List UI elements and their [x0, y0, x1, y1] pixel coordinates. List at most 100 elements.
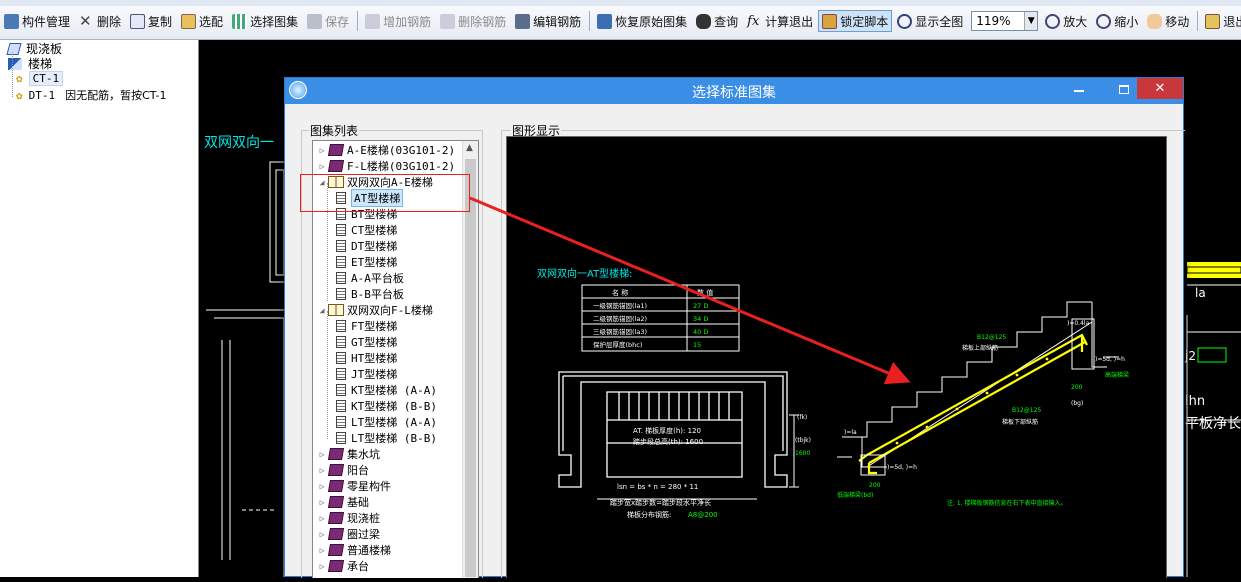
atlas-tree-item[interactable]: LT型楼梯 (A-A) [333, 414, 437, 430]
atlas-tree-item-label: 阳台 [347, 464, 369, 477]
plan-view [558, 371, 799, 500]
delete-rebar-button[interactable]: 删除钢筋 [436, 10, 510, 32]
anchor-la-label: )=la [844, 429, 857, 436]
atlas-tree-item[interactable]: ▷ 阳台 [317, 462, 369, 478]
zoom-out-button[interactable]: 缩小 [1092, 10, 1142, 32]
formula-icon: fx [747, 13, 760, 29]
component-manage-button[interactable]: 构件管理 [0, 10, 74, 32]
chevron-down-icon[interactable]: ▼ [1024, 12, 1038, 30]
expand-arrow-icon[interactable]: ▷ [317, 546, 327, 555]
main-toolbar: 构件管理 ✕ 删除 复制 选配 选择图集 保存 增加钢筋 删除钢筋 编辑钢筋 恢复… [0, 0, 1241, 40]
zoom-select[interactable]: 119% ▼ [971, 11, 1039, 31]
document-icon [336, 272, 346, 284]
scroll-thumb[interactable] [465, 159, 476, 577]
atlas-tree-item-label: KT型楼梯 (B-B) [351, 400, 437, 413]
document-icon [336, 320, 346, 332]
delete-button[interactable]: ✕ 删除 [75, 10, 125, 32]
tree-node-stairs[interactable]: 楼梯 [8, 55, 52, 72]
copy-icon [130, 13, 146, 29]
atlas-tree-item[interactable]: ▷ A-E楼梯(03G101-2) [317, 142, 455, 158]
book-icon [327, 512, 345, 524]
atlas-tree-item[interactable]: JT型楼梯 [333, 366, 397, 382]
book-icon [327, 560, 345, 572]
table-cell-value: 34 D [693, 315, 708, 323]
table-cell-name: 三级钢筋锚固(la3) [593, 327, 647, 336]
atlas-tree-item[interactable]: ▷ F-L楼梯(03G101-2) [317, 158, 455, 174]
anchor-top-right: )=5d, )=h [1095, 356, 1125, 363]
atlas-tree-item[interactable]: DT型楼梯 [333, 238, 397, 254]
document-icon [336, 240, 346, 252]
add-rebar-icon [365, 13, 381, 29]
slab-icon [6, 42, 22, 55]
document-icon [336, 432, 346, 444]
edit-rebar-button[interactable]: 编辑钢筋 [511, 10, 585, 32]
copy-button[interactable]: 复制 [126, 10, 176, 32]
atlas-tree-item-label: A-A平台板 [351, 272, 404, 285]
expand-arrow-icon[interactable]: ▷ [317, 562, 327, 571]
toolbar-separator [589, 11, 591, 31]
atlas-tree-item[interactable]: B-B平台板 [333, 286, 404, 302]
show-all-button[interactable]: 显示全图 [893, 10, 967, 32]
atlas-tree-item[interactable]: FT型楼梯 [333, 318, 397, 334]
expand-arrow-icon[interactable]: ▷ [317, 482, 327, 491]
atlas-tree-item[interactable]: ▷ 现浇桩 [317, 510, 380, 526]
close-button[interactable]: ✕ [1137, 78, 1183, 99]
atlas-tree-item[interactable]: ▷ 圈过梁 [317, 526, 380, 542]
atlas-tree-item[interactable]: A-A平台板 [333, 270, 404, 286]
atlas-tree-item[interactable]: ◢ 双网双向F-L楼梯 [317, 302, 433, 318]
distribution-note: 梯板分布钢筋: [627, 510, 671, 519]
document-icon [336, 416, 346, 428]
minimize-button[interactable] [1065, 78, 1093, 100]
atlas-tree-item-label: 现浇桩 [347, 512, 380, 525]
save-button[interactable]: 保存 [303, 10, 353, 32]
atlas-tree-item[interactable]: ▷ 零星构件 [317, 478, 391, 494]
atlas-tree-item[interactable]: KT型楼梯 (B-B) [333, 398, 437, 414]
book-icon [327, 464, 345, 476]
atlas-tree-item[interactable]: ▷ 集水坑 [317, 446, 380, 462]
low-beam-label: 低端梯梁(bd) [837, 491, 873, 499]
zoom-in-button[interactable]: 放大 [1041, 10, 1091, 32]
tree-item-ct1[interactable]: ✿ CT-1 [16, 71, 64, 86]
atlas-tree-item[interactable]: CT型楼梯 [333, 222, 397, 238]
expand-arrow-icon[interactable]: ▷ [317, 530, 327, 539]
atlas-tree-item[interactable]: KT型楼梯 (A-A) [333, 382, 437, 398]
document-icon [336, 384, 346, 396]
atlas-tree-item[interactable]: HT型楼梯 [333, 350, 397, 366]
lock-script-button[interactable]: 锁定脚本 [818, 10, 893, 32]
expand-arrow-icon[interactable]: ▷ [317, 450, 327, 459]
maximize-icon [1119, 84, 1129, 94]
atlas-tree-item[interactable]: ET型楼梯 [333, 254, 397, 270]
table-cell-name: 二级钢筋锚固(la2) [593, 314, 647, 323]
exit-button[interactable]: 退出 [1201, 10, 1241, 32]
atlas-tree-item[interactable]: GT型楼梯 [333, 334, 397, 350]
atlas-tree-item[interactable]: ▷ 基础 [317, 494, 369, 510]
calc-exit-button[interactable]: fx 计算退出 [743, 10, 817, 32]
expand-arrow-icon[interactable]: ▷ [317, 162, 327, 171]
dimension-line-label: lsn = bs * n = 280 * 11 [617, 483, 698, 491]
match-button[interactable]: 选配 [177, 10, 227, 32]
atlas-tree-item[interactable]: ▷ 普通楼梯 [317, 542, 391, 558]
query-button[interactable]: 查询 [692, 10, 742, 32]
atlas-tree-item-label: FT型楼梯 [351, 320, 398, 333]
expand-arrow-icon[interactable]: ▷ [317, 498, 327, 507]
toolbar-separator [1197, 11, 1199, 31]
collapse-arrow-icon[interactable]: ◢ [317, 306, 327, 315]
atlas-tree-item[interactable]: ▷ 承台 [317, 558, 369, 574]
expand-arrow-icon[interactable]: ▷ [317, 514, 327, 523]
expand-arrow-icon[interactable]: ▷ [317, 466, 327, 475]
atlas-tree-item[interactable]: LT型楼梯 (B-B) [333, 430, 437, 446]
pan-button[interactable]: 移动 [1143, 10, 1193, 32]
select-atlas-button[interactable]: 选择图集 [228, 10, 302, 32]
scroll-up-icon[interactable]: ▲ [466, 143, 473, 153]
restore-atlas-button[interactable]: 恢复原始图集 [593, 10, 691, 32]
dialog-titlebar[interactable]: 选择标准图集 ✕ [285, 78, 1183, 104]
tree-item-dt1[interactable]: ✿ DT-1 因无配筋，暂按CT-1 [16, 87, 166, 103]
maximize-button[interactable] [1111, 78, 1137, 100]
zoom-value: 119% [976, 14, 1011, 28]
add-rebar-button[interactable]: 增加钢筋 [361, 10, 435, 32]
document-icon [336, 368, 346, 380]
expand-arrow-icon[interactable]: ▷ [317, 146, 327, 155]
book-icon [327, 496, 345, 508]
atlas-grid-icon [232, 13, 248, 29]
delete-rebar-icon [440, 13, 456, 29]
